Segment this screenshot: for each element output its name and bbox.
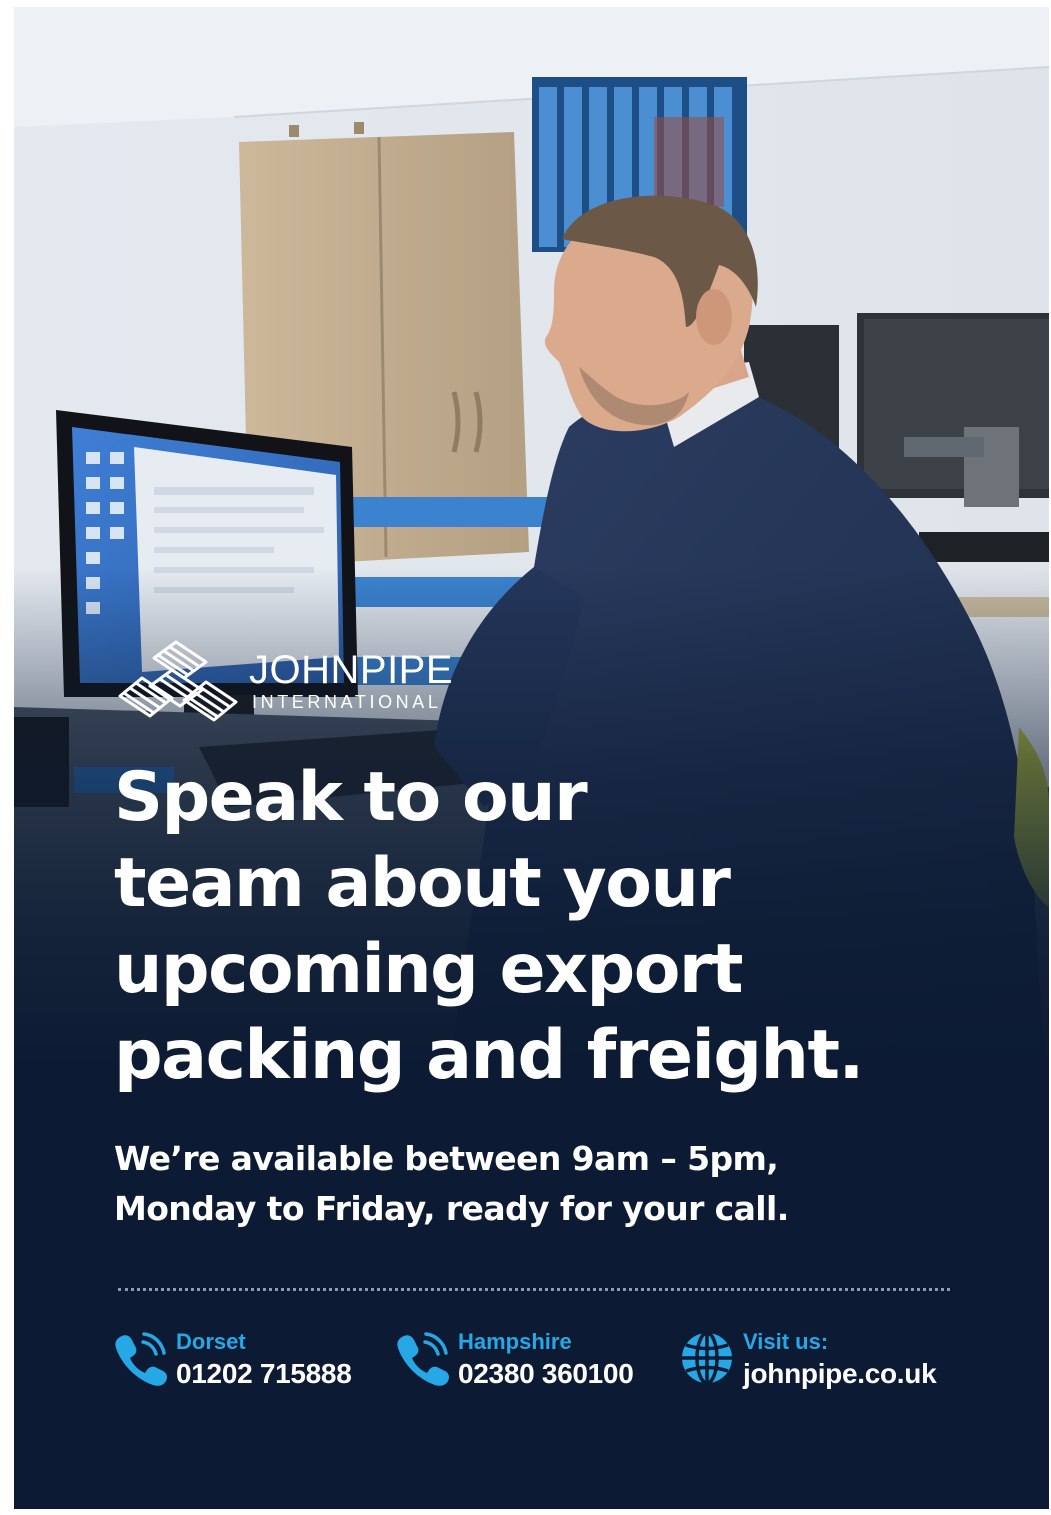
contact-hampshire[interactable]: Hampshire 02380 360100: [394, 1330, 674, 1400]
logo-subtitle: INTERNATIONAL: [252, 692, 442, 712]
contact-dorset[interactable]: Dorset 01202 715888: [112, 1330, 392, 1400]
availability-line-1: We’re available between 9am – 5pm,: [114, 1139, 779, 1178]
headline-line-4: packing and freight.: [114, 1016, 864, 1095]
headline-line-3: upcoming export: [114, 930, 743, 1009]
contact-website[interactable]: Visit us: johnpipe.co.uk: [679, 1330, 979, 1400]
logo-name: JOHNPIPE: [249, 648, 454, 692]
availability-text: We’re available between 9am – 5pm, Monda…: [114, 1134, 1014, 1234]
phone-number[interactable]: 02380 360100: [458, 1358, 634, 1390]
headline-line-2: team about your: [114, 844, 731, 923]
headline-line-1: Speak to our: [114, 758, 588, 837]
website-link[interactable]: johnpipe.co.uk: [743, 1358, 937, 1390]
phone-icon: [397, 1332, 449, 1386]
dotted-divider: [118, 1288, 950, 1291]
contact-label: Hampshire: [458, 1329, 572, 1354]
headline: Speak to our team about your upcoming ex…: [114, 755, 1014, 1099]
stacked-boxes-logo-icon: [118, 640, 238, 722]
phone-icon: [115, 1332, 167, 1386]
johnpipe-logo: JOHNPIPE INTERNATIONAL: [114, 640, 474, 722]
availability-line-2: Monday to Friday, ready for your call.: [114, 1189, 789, 1228]
poster: JOHNPIPE INTERNATIONAL Speak to our team…: [14, 7, 1049, 1509]
globe-icon: [682, 1331, 732, 1385]
phone-number[interactable]: 01202 715888: [176, 1358, 352, 1390]
contact-label: Visit us:: [743, 1329, 829, 1354]
contact-label: Dorset: [176, 1329, 246, 1354]
